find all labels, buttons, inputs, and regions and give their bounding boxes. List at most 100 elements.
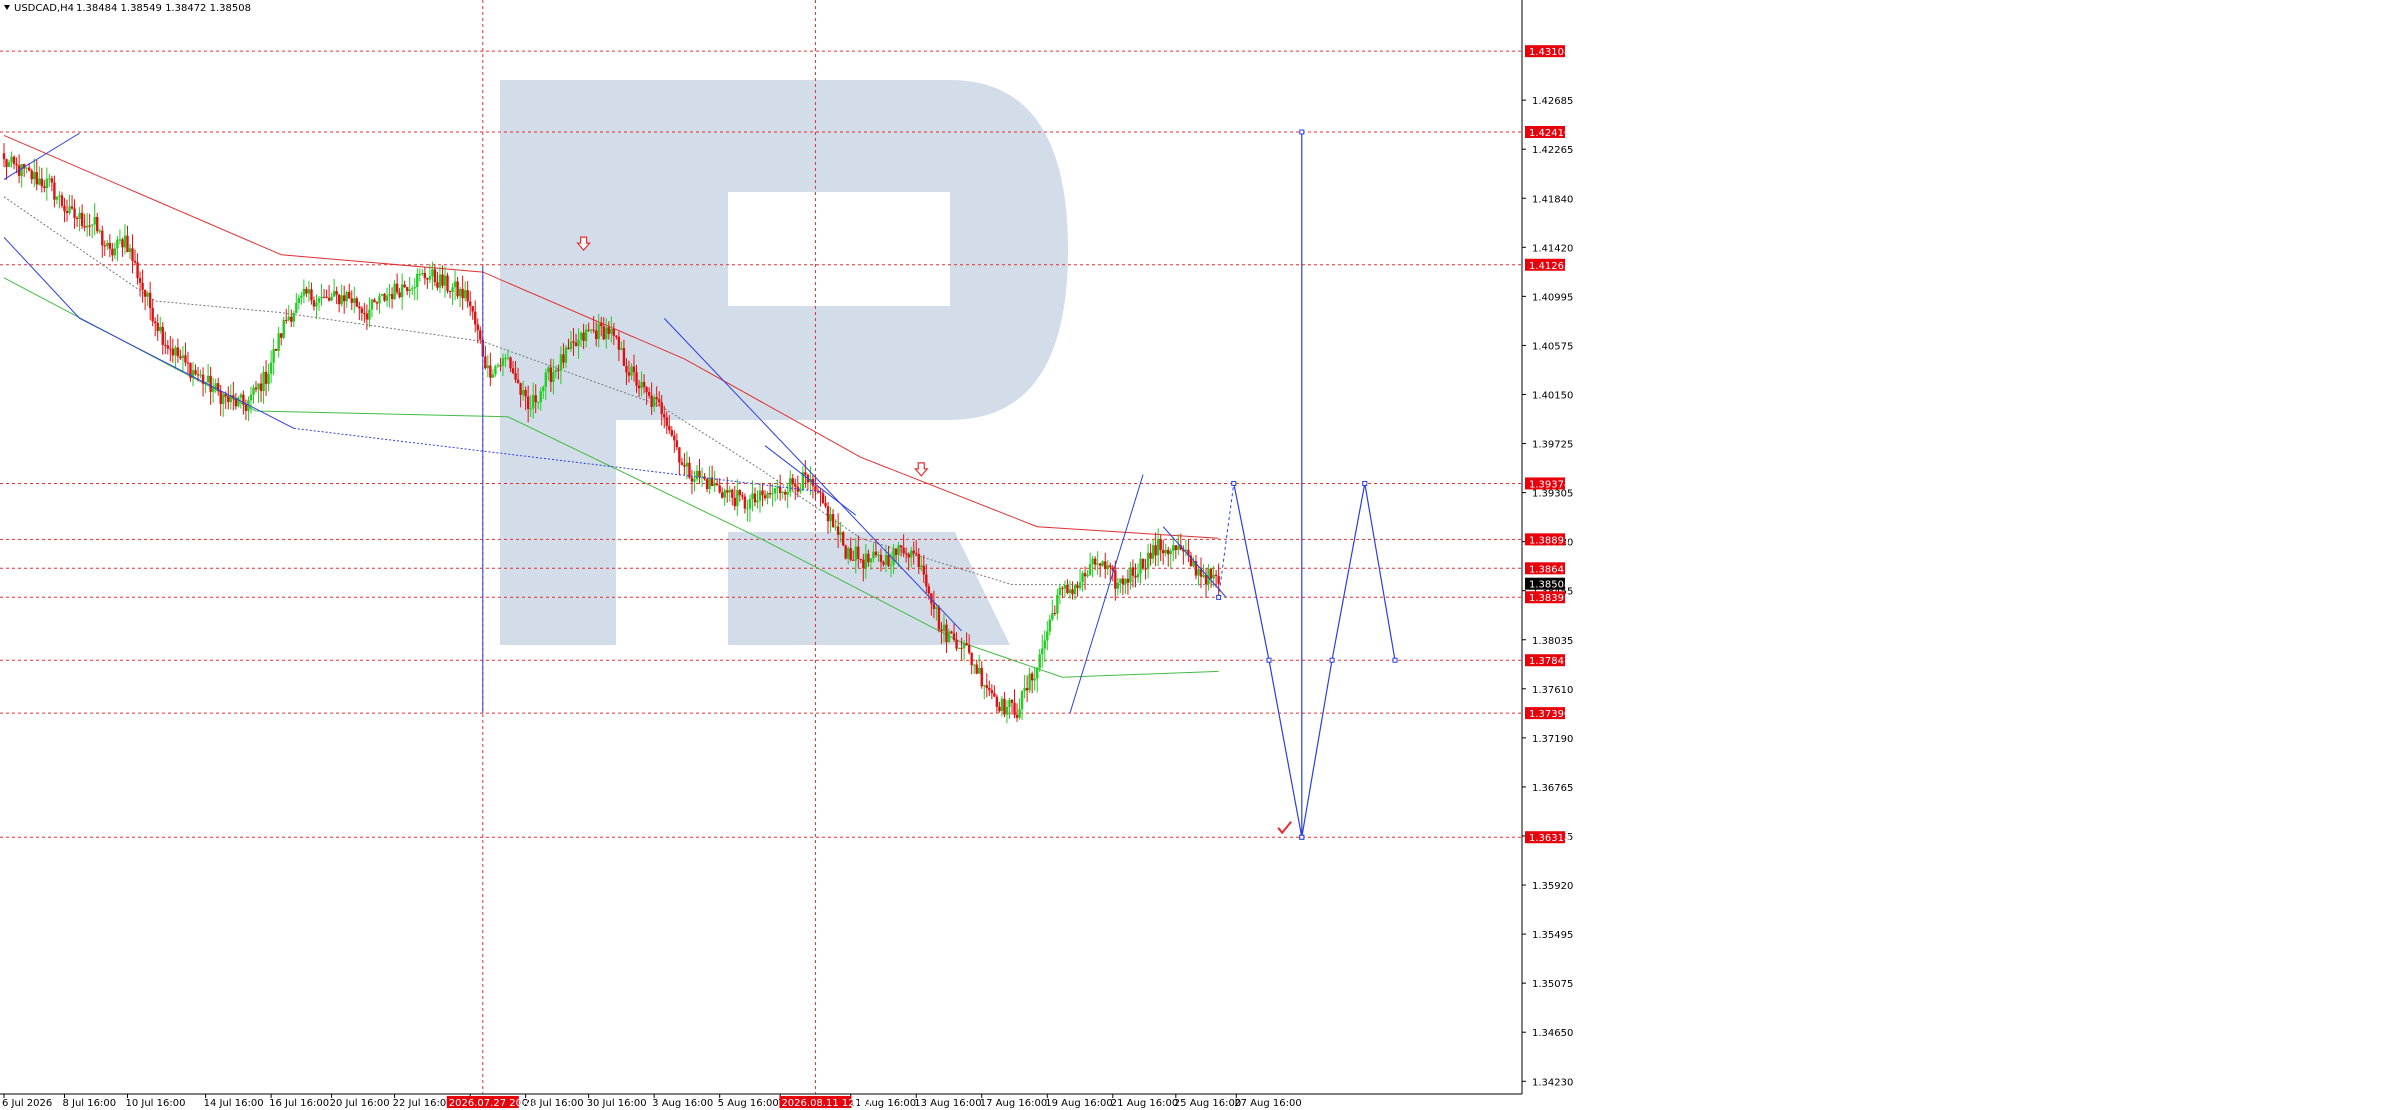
- usdcad-h4-chart[interactable]: 1.42685 1.42265 1.41840 1.41420 1.40995 1.405…: [0, 0, 2396, 1110]
- crosshair-time-label: 2026.07.27 20:00: [449, 1098, 538, 1109]
- time-tick-label: 5 Aug 16:00: [718, 1098, 779, 1109]
- candle-body: [1177, 545, 1180, 551]
- candle-body: [295, 302, 298, 313]
- candle-body: [1013, 702, 1016, 715]
- candle-body: [373, 299, 376, 303]
- candle-body: [1093, 558, 1097, 565]
- candle-body: [874, 551, 878, 555]
- candle-body: [1033, 678, 1036, 681]
- candle-body: [547, 367, 550, 373]
- candle-body: [892, 548, 895, 566]
- candle-body: [1008, 699, 1011, 707]
- candle-body: [264, 371, 268, 384]
- candle-body: [25, 167, 28, 169]
- candle-body: [133, 260, 137, 263]
- candle-body: [320, 296, 323, 299]
- candle-body: [292, 312, 295, 322]
- candle-body: [1169, 550, 1172, 555]
- candle-body: [1018, 709, 1021, 718]
- candle-body: [831, 514, 835, 528]
- level-price-tag-label: 1.43108: [1529, 47, 1570, 58]
- candle-body: [665, 417, 668, 426]
- candle-body: [154, 321, 157, 323]
- price-tick-label: 1.41420: [1532, 243, 1573, 254]
- candle-body: [416, 273, 419, 288]
- candle-body: [83, 226, 86, 228]
- candle-body: [932, 603, 936, 609]
- candle-body: [2, 153, 6, 160]
- candle-body: [920, 565, 923, 567]
- candle-body: [965, 643, 968, 646]
- candle-body: [668, 425, 671, 431]
- candle-body: [1051, 612, 1054, 620]
- candle-body: [121, 239, 124, 248]
- candle-body: [1156, 539, 1160, 556]
- candle-body: [433, 269, 437, 283]
- candle-body: [600, 323, 603, 327]
- candle-body: [1141, 558, 1145, 569]
- price-tick-label: 1.37190: [1532, 734, 1573, 745]
- candle-body: [272, 348, 275, 363]
- price-tick-label: 1.40995: [1532, 292, 1573, 303]
- candle-body: [584, 329, 588, 342]
- candle-body: [181, 355, 185, 359]
- candle-body: [620, 348, 623, 350]
- candle-body: [658, 399, 661, 403]
- candle-body: [864, 553, 868, 569]
- candle-body: [786, 491, 789, 495]
- candle-body: [300, 295, 303, 298]
- candle-body: [521, 389, 525, 395]
- candle-body: [1046, 631, 1049, 641]
- candle-body: [847, 548, 850, 559]
- candle-body: [65, 211, 69, 213]
- candle-body: [322, 296, 326, 298]
- candle-body: [635, 372, 638, 386]
- candle-body: [544, 372, 547, 387]
- candle-body: [698, 470, 701, 478]
- candle-body: [1104, 561, 1107, 570]
- candle-body: [128, 248, 132, 253]
- candle-body: [1164, 549, 1167, 554]
- candle-body: [408, 289, 411, 292]
- time-tick-label: 20 Jul 16:00: [330, 1098, 390, 1109]
- price-tick-label: 1.35075: [1532, 979, 1573, 990]
- candle-body: [259, 383, 263, 392]
- candle-body: [33, 172, 36, 180]
- candle-body: [159, 326, 162, 331]
- candle-body: [96, 216, 99, 232]
- candle-body: [1030, 673, 1034, 681]
- candle-body: [184, 355, 187, 363]
- candle-body: [1124, 578, 1127, 585]
- candle-body: [917, 553, 920, 567]
- time-tick-label: 19 Aug 16:00: [1045, 1098, 1112, 1109]
- candle-body: [471, 306, 474, 312]
- candle-body: [945, 624, 948, 643]
- candle-body: [80, 212, 84, 227]
- candle-body: [451, 287, 454, 293]
- candle-body: [552, 372, 555, 383]
- level-price-tag-label: 1.38891: [1529, 535, 1570, 546]
- candle-body: [5, 159, 8, 167]
- price-tick-label: 1.41840: [1532, 194, 1573, 205]
- candle-body: [537, 402, 540, 404]
- candle-body: [622, 348, 626, 366]
- candle-body: [768, 492, 772, 495]
- time-tick-label: 14 Jul 16:00: [204, 1098, 264, 1109]
- candle-body: [141, 282, 144, 290]
- candle-body: [705, 479, 709, 490]
- candle-body: [453, 281, 457, 288]
- candle-body: [206, 375, 210, 383]
- candle-body: [542, 386, 545, 392]
- candle-body: [1217, 575, 1220, 584]
- candle-body: [161, 326, 164, 345]
- candle-body: [910, 550, 913, 558]
- time-tick-label: 16 Jul 16:00: [269, 1098, 329, 1109]
- candle-body: [821, 493, 825, 504]
- candle-body: [156, 322, 159, 331]
- candle-body: [194, 370, 197, 375]
- candle-body: [325, 296, 328, 298]
- forecast-node: [1299, 129, 1305, 135]
- candle-body: [998, 706, 1001, 711]
- candle-body: [605, 327, 608, 340]
- candle-body: [282, 319, 285, 338]
